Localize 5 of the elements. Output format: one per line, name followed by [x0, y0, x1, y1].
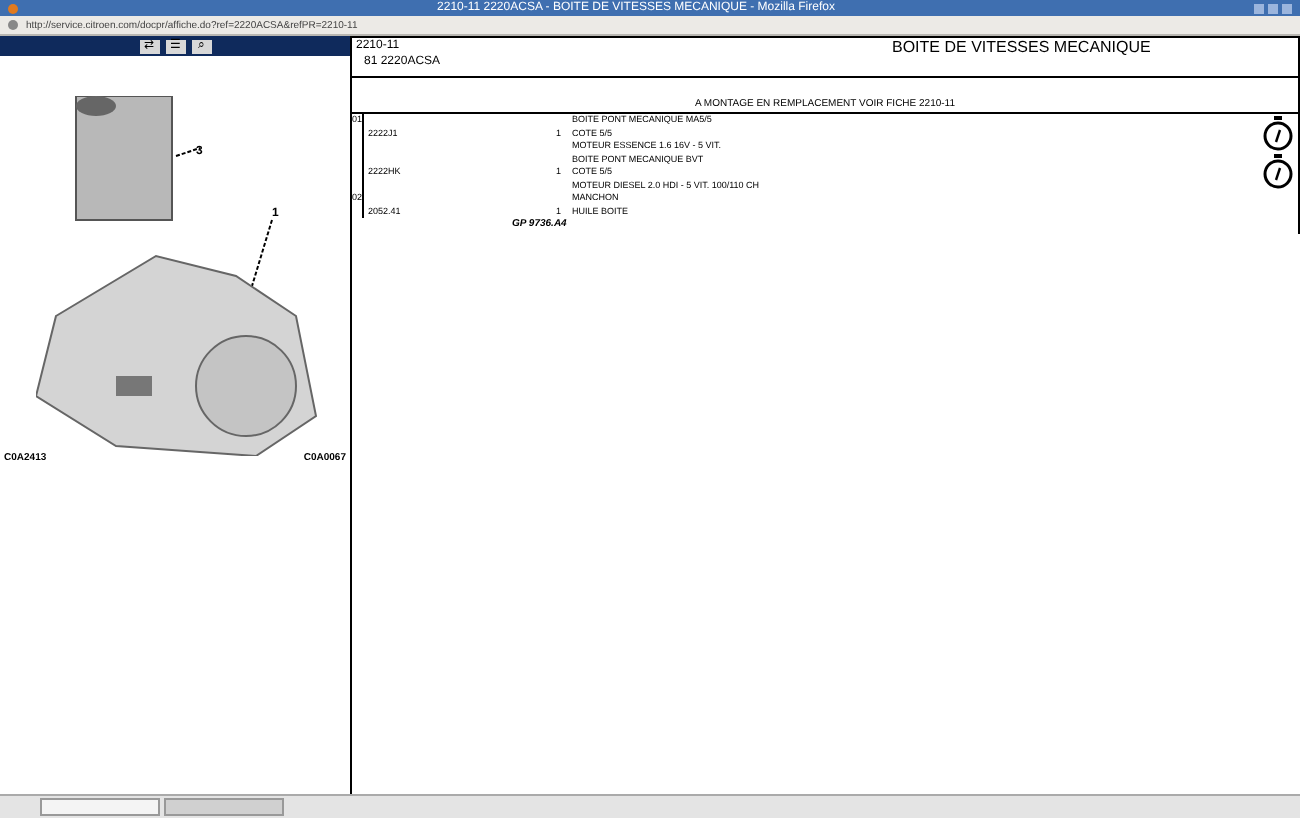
browser-icon — [8, 3, 18, 13]
taskbar-button[interactable] — [40, 798, 160, 816]
window-controls-icon — [1254, 3, 1292, 13]
document-title: BOITE DE VITESSES MECANIQUE — [890, 38, 1151, 60]
taskbar-button[interactable] — [164, 798, 284, 816]
